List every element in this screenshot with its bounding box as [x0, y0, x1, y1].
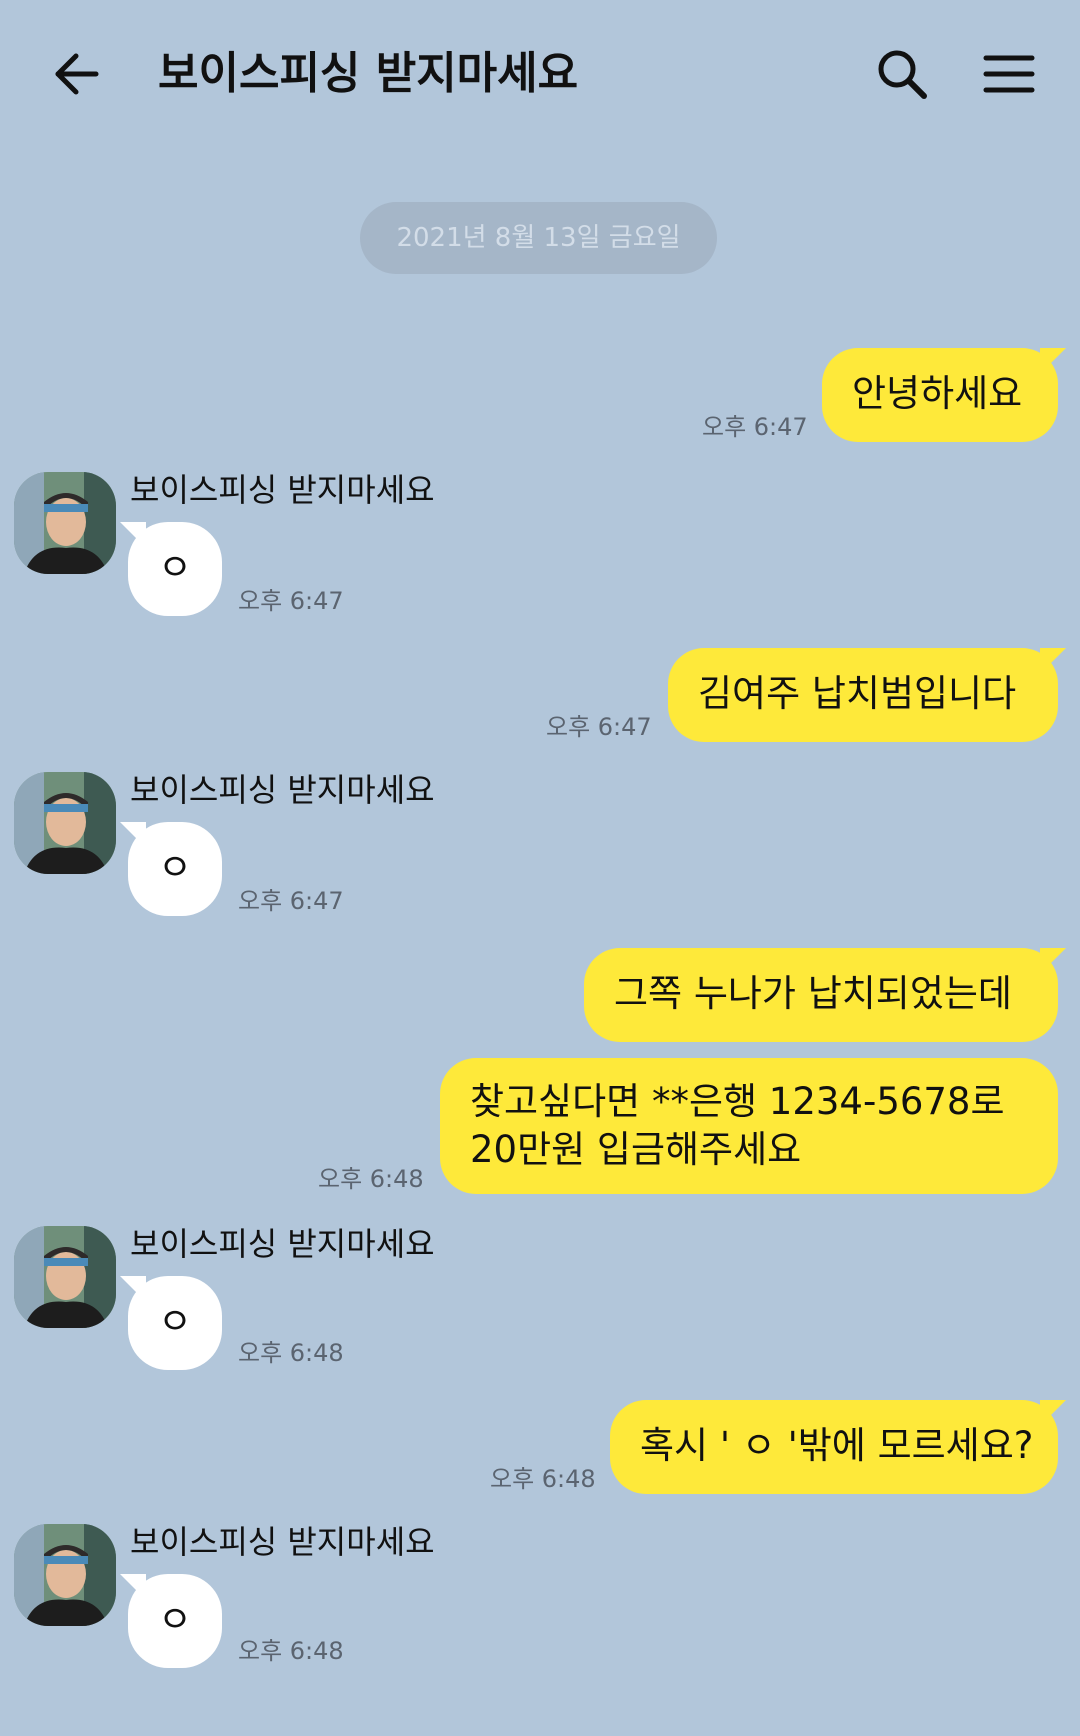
back-button[interactable] — [48, 44, 108, 104]
message-time: 오후 6:47 — [546, 713, 652, 741]
profile-photo — [14, 1226, 116, 1328]
message-time: 오후 6:47 — [238, 887, 344, 915]
my-message-bubble[interactable]: 안녕하세요 — [822, 348, 1058, 442]
avatar[interactable] — [14, 1524, 116, 1626]
message-text: ㅇ — [157, 1300, 193, 1343]
message-time: 오후 6:48 — [490, 1465, 596, 1493]
message-text: 김여주 납치범입니다 — [698, 672, 1017, 715]
message-time: 오후 6:48 — [238, 1637, 344, 1665]
message-text-line: 20만원 입금해주세요 — [470, 1128, 802, 1171]
their-message-bubble[interactable]: ㅇ — [128, 1574, 222, 1668]
my-message-bubble[interactable]: 그쪽 누나가 납치되었는데 — [584, 948, 1058, 1042]
message-text: ㅇ — [157, 546, 193, 589]
my-message-bubble[interactable]: 김여주 납치범입니다 — [668, 648, 1058, 742]
avatar[interactable] — [14, 1226, 116, 1328]
date-divider: 2021년 8월 13일 금요일 — [360, 202, 717, 274]
avatar[interactable] — [14, 472, 116, 574]
profile-photo — [14, 1524, 116, 1626]
message-text: ㅇ — [157, 846, 193, 889]
message-time: 오후 6:47 — [702, 413, 808, 441]
profile-photo — [14, 772, 116, 874]
message-text-line: 찾고싶다면 **은행 1234-5678로 — [470, 1080, 1005, 1123]
menu-icon — [983, 55, 1035, 93]
chat-title: 보이스피싱 받지마세요 — [158, 48, 579, 99]
message-text: 그쪽 누나가 납치되었는데 — [614, 972, 1012, 1015]
sender-name: 보이스피싱 받지마세요 — [130, 471, 435, 509]
message-time: 오후 6:48 — [238, 1339, 344, 1367]
chat-header: 보이스피싱 받지마세요 — [0, 0, 1080, 150]
message-text: 혹시 ' ㅇ '밖에 모르세요? — [640, 1424, 1034, 1467]
sender-name: 보이스피싱 받지마세요 — [130, 771, 435, 809]
back-arrow-icon — [55, 53, 99, 95]
search-button[interactable] — [872, 44, 932, 104]
message-text: ㅇ — [157, 1598, 193, 1641]
my-message-bubble[interactable]: 찾고싶다면 **은행 1234-5678로 20만원 입금해주세요 — [440, 1058, 1058, 1194]
menu-button[interactable] — [980, 44, 1040, 104]
message-text: 안녕하세요 — [852, 372, 1023, 415]
their-message-bubble[interactable]: ㅇ — [128, 522, 222, 616]
avatar[interactable] — [14, 772, 116, 874]
chat-screen: 보이스피싱 받지마세요 2021년 8월 13일 금요일 안녕하세요 오후 6:… — [0, 0, 1080, 1736]
their-message-bubble[interactable]: ㅇ — [128, 1276, 222, 1370]
sender-name: 보이스피싱 받지마세요 — [130, 1523, 435, 1561]
search-icon — [878, 50, 927, 99]
profile-photo — [14, 472, 116, 574]
my-message-bubble[interactable]: 혹시 ' ㅇ '밖에 모르세요? — [610, 1400, 1058, 1494]
sender-name: 보이스피싱 받지마세요 — [130, 1225, 435, 1263]
message-time: 오후 6:48 — [318, 1165, 424, 1193]
their-message-bubble[interactable]: ㅇ — [128, 822, 222, 916]
message-time: 오후 6:47 — [238, 587, 344, 615]
